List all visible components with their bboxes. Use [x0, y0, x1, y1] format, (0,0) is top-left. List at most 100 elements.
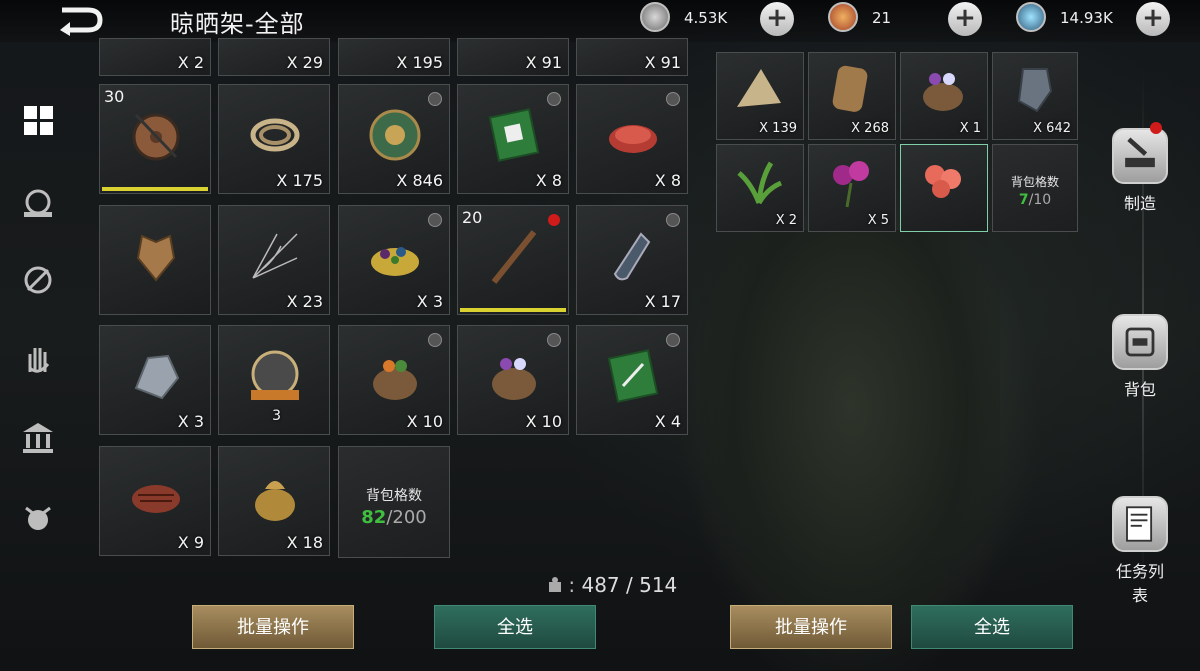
gold-medal-icon [828, 2, 858, 32]
item-quantity: X 10 [406, 412, 443, 431]
item-quantity: X 91 [644, 53, 681, 72]
capacity-label: 背包格数 [1010, 175, 1059, 189]
hand-icon[interactable] [18, 338, 58, 378]
snake-skin-icon [832, 65, 868, 112]
inventory-slot[interactable]: X 2 [99, 38, 211, 76]
inventory-slot[interactable]: X 17 [576, 205, 688, 315]
inventory-slot[interactable]: 20 [457, 205, 569, 315]
lock-icon [428, 92, 442, 106]
notification-dot [1150, 122, 1162, 134]
inventory-slot[interactable]: X 29 [218, 38, 330, 76]
backpack-slot[interactable]: X 1 [900, 52, 988, 140]
currency-silver-value: 4.53K [684, 9, 728, 27]
select-all-button[interactable]: 全选 [434, 605, 596, 649]
inventory-slot[interactable]: X 10 [338, 325, 450, 435]
backpack-slot[interactable]: X 139 [716, 52, 804, 140]
item-quantity: X 18 [286, 533, 323, 552]
add-gold-button[interactable]: + [948, 2, 982, 36]
quest-list-label: 任务列表 [1115, 562, 1164, 605]
backpack-batch-operation-button[interactable]: 批量操作 [730, 605, 892, 649]
item-quantity: X 10 [525, 412, 562, 431]
bandage-icon[interactable] [18, 260, 58, 300]
shield-icon [132, 113, 180, 161]
purple-orchid-icon [833, 161, 869, 208]
add-crystal-button[interactable]: + [1136, 2, 1170, 36]
quest-list-button[interactable]: 任务列表 [1110, 496, 1170, 606]
item-quantity: X 2 [177, 53, 204, 72]
item-quantity: X 1 [959, 121, 981, 136]
inventory-slot[interactable]: X 4 [576, 325, 688, 435]
capacity-total: /200 [386, 507, 427, 528]
green-herb-icon [737, 161, 783, 205]
inventory-slot[interactable]: X 10 [457, 325, 569, 435]
inventory-slot[interactable]: X 195 [338, 38, 450, 76]
item-quantity: X 3 [177, 412, 204, 431]
capacity-used: 82 [361, 507, 387, 528]
red-poppy-icon [925, 165, 961, 198]
item-quantity: X 642 [1033, 121, 1071, 136]
lock-icon [547, 92, 561, 106]
item-quantity: X 2 [775, 213, 797, 228]
craft-button[interactable]: 制造 [1110, 128, 1170, 214]
backpack-button[interactable]: 背包 [1110, 314, 1170, 400]
backpack-slot[interactable]: X 2 [716, 144, 804, 232]
green-book-sword-icon [607, 349, 659, 403]
spider-web-icon [252, 233, 298, 279]
backpack-slot[interactable]: X 642 [992, 52, 1078, 140]
item-quantity: X 5 [867, 213, 889, 228]
back-arrow-icon[interactable] [56, 4, 104, 36]
crystal-gem-icon [1016, 2, 1046, 32]
lock-icon [428, 213, 442, 227]
character-model [700, 230, 1000, 670]
batch-operation-button[interactable]: 批量操作 [192, 605, 354, 649]
page-title: 晾晒架-全部 [170, 10, 305, 38]
currency-crystal-value: 14.93K [1060, 9, 1113, 27]
inventory-slot[interactable] [99, 205, 211, 315]
backpack-slot[interactable] [900, 144, 988, 232]
inventory-slot[interactable]: X 91 [576, 38, 688, 76]
item-quantity: X 91 [525, 53, 562, 72]
item-quantity: 3 [272, 408, 281, 424]
inventory-slot[interactable]: X 846 [338, 84, 450, 194]
backpack-select-all-button[interactable]: 全选 [911, 605, 1073, 649]
bank-building-icon[interactable] [18, 418, 58, 458]
inventory-slot[interactable]: X 23 [218, 205, 330, 315]
lock-icon [666, 213, 680, 227]
ornate-orb-icon [369, 109, 421, 161]
anvil-hammer-icon [1112, 128, 1168, 184]
all-grid-icon[interactable] [18, 100, 58, 140]
storage-count: : 487 / 514 [548, 573, 677, 597]
creature-head-icon[interactable] [18, 498, 58, 538]
inventory-slot[interactable]: X 9 [99, 446, 211, 556]
add-silver-button[interactable]: + [760, 2, 794, 36]
item-quantity: X 4 [654, 412, 681, 431]
inventory-slot[interactable]: X 3 [338, 205, 450, 315]
inventory-slot[interactable]: X 3 [99, 325, 211, 435]
item-quantity: X 195 [396, 53, 443, 72]
backpack-slot[interactable]: X 268 [808, 52, 896, 140]
backpack-capacity-panel: 背包格数 7/10 [992, 144, 1078, 232]
gold-pouch-icon [255, 481, 295, 521]
glass-vial-icon [613, 232, 651, 281]
lock-icon [547, 333, 561, 347]
backpack-slot[interactable]: X 5 [808, 144, 896, 232]
lock-icon [428, 333, 442, 347]
storage-count-current: 487 [581, 573, 620, 597]
inventory-slot[interactable]: X 91 [457, 38, 569, 76]
capacity-total: /10 [1028, 192, 1052, 208]
item-quantity: X 3 [416, 292, 443, 311]
inventory-slot[interactable]: 3 [218, 325, 330, 435]
durability-bar [460, 308, 566, 312]
green-book-icon [488, 108, 540, 162]
item-quantity: X 9 [177, 533, 204, 552]
item-quantity: X 29 [286, 53, 323, 72]
inventory-slot[interactable]: X 175 [218, 84, 330, 194]
inventory-slot[interactable]: X 18 [218, 446, 330, 556]
inventory-slot[interactable]: X 8 [576, 84, 688, 194]
saw-blade-icon[interactable] [18, 182, 58, 222]
inventory-slot[interactable]: X 8 [457, 84, 569, 194]
flower-basket-icon [923, 73, 963, 111]
silver-coin-icon [640, 2, 670, 32]
berries-pile-icon [371, 247, 419, 276]
inventory-slot[interactable]: 30 [99, 84, 211, 194]
